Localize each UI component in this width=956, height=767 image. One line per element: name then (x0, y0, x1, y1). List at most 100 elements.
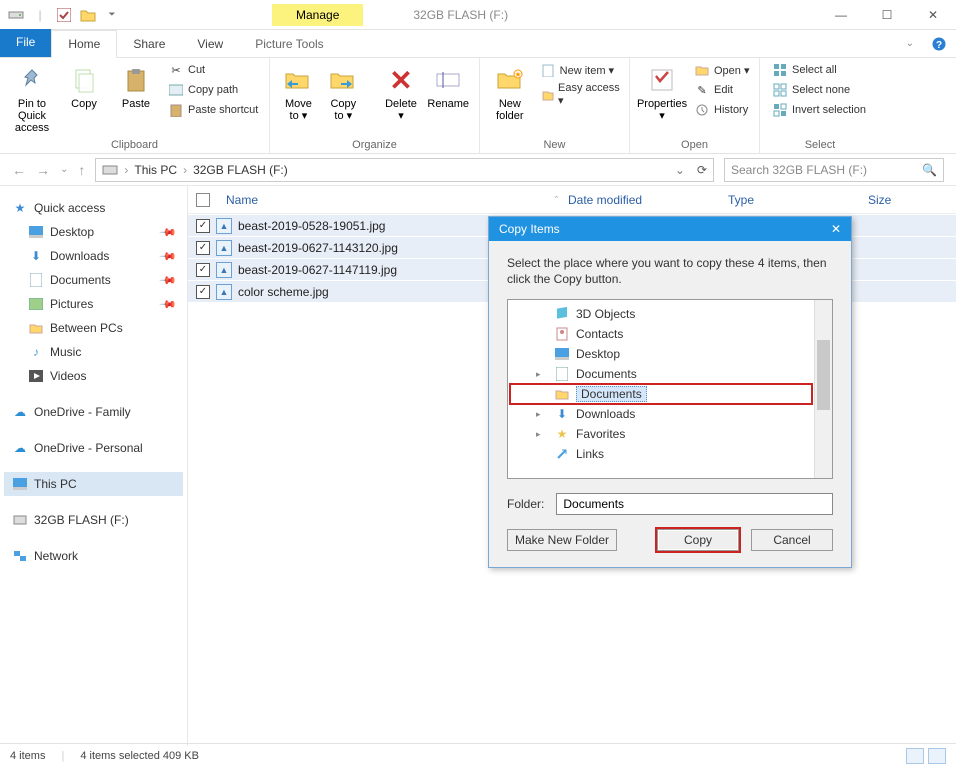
paste-shortcut-button[interactable]: Paste shortcut (168, 102, 258, 118)
sidebar-pictures[interactable]: Pictures📌 (4, 292, 183, 316)
picture-tools-tab[interactable]: Picture Tools (239, 31, 339, 57)
scrollbar-thumb[interactable] (817, 340, 830, 410)
sidebar-this-pc[interactable]: This PC (4, 472, 183, 496)
breadcrumb-this-pc[interactable]: This PC (134, 163, 177, 177)
sidebar-onedrive-personal[interactable]: ☁ OneDrive - Personal (4, 436, 183, 460)
cut-button[interactable]: ✂Cut (168, 62, 258, 78)
paste-button[interactable]: Paste (112, 62, 160, 112)
large-icons-view-button[interactable] (928, 748, 946, 764)
sidebar-videos[interactable]: Videos (4, 364, 183, 388)
forward-button[interactable]: → (36, 162, 50, 178)
tree-contacts[interactable]: Contacts (510, 324, 812, 344)
minimize-button[interactable]: — (818, 0, 864, 30)
tree-3d-objects[interactable]: 3D Objects (510, 304, 812, 324)
expand-icon[interactable]: ▸ (536, 409, 541, 420)
up-button[interactable]: ↑ (78, 162, 85, 178)
tree-documents[interactable]: ▸Documents (510, 364, 812, 384)
tree-scrollbar[interactable] (814, 300, 832, 478)
folder-tree[interactable]: 3D Objects Contacts Desktop ▸Documents D… (507, 299, 833, 479)
copy-path-button[interactable]: Copy path (168, 82, 258, 98)
sidebar-onedrive-family[interactable]: ☁OneDrive - Family (4, 400, 183, 424)
sidebar-desktop[interactable]: Desktop📌 (4, 220, 183, 244)
select-none-button[interactable]: Select none (772, 82, 866, 98)
select-all-label: Select all (792, 64, 837, 76)
sidebar-music[interactable]: ♪Music (4, 340, 183, 364)
search-box[interactable]: Search 32GB FLASH (F:) 🔍 (724, 158, 944, 182)
sidebar-network[interactable]: Network (4, 544, 183, 568)
easy-access-button[interactable]: Easy access ▾ (540, 82, 621, 107)
cancel-button[interactable]: Cancel (751, 529, 833, 551)
sidebar-documents[interactable]: Documents📌 (4, 268, 183, 292)
col-size[interactable]: Size (868, 193, 948, 207)
edit-label: Edit (714, 84, 733, 96)
move-to-button[interactable]: Move to ▾ (278, 62, 319, 124)
expand-icon[interactable]: ▸ (536, 429, 541, 440)
rename-button[interactable]: Rename (425, 62, 471, 112)
sidebar-between-pcs[interactable]: Between PCs (4, 316, 183, 340)
file-tab[interactable]: File (0, 29, 51, 57)
maximize-button[interactable]: ☐ (864, 0, 910, 30)
invert-selection-button[interactable]: Invert selection (772, 102, 866, 118)
dialog-close-button[interactable]: ✕ (831, 222, 841, 236)
tree-favorites[interactable]: ▸★Favorites (510, 424, 812, 444)
videos-icon (28, 368, 44, 384)
details-view-button[interactable] (906, 748, 924, 764)
file-checkbox[interactable]: ✓ (196, 263, 210, 277)
refresh-button[interactable]: ⟳ (697, 163, 707, 177)
make-new-folder-button[interactable]: Make New Folder (507, 529, 617, 551)
view-tab[interactable]: View (181, 31, 239, 57)
file-name: beast-2019-0528-19051.jpg (238, 219, 385, 233)
manage-tab[interactable]: Manage (272, 4, 363, 26)
edit-icon: ✎ (694, 82, 710, 98)
onedrive-icon: ☁ (12, 440, 28, 456)
sidebar-drive[interactable]: 32GB FLASH (F:) (4, 508, 183, 532)
this-pc-icon (12, 476, 28, 492)
history-button[interactable]: History (694, 102, 750, 118)
tree-downloads[interactable]: ▸⬇Downloads (510, 404, 812, 424)
recent-dropdown[interactable]: ⌄ (60, 164, 68, 175)
breadcrumb-drive[interactable]: 32GB FLASH (F:) (193, 163, 288, 177)
expand-icon[interactable]: ▸ (536, 369, 541, 380)
file-checkbox[interactable]: ✓ (196, 219, 210, 233)
new-item-button[interactable]: New item ▾ (540, 62, 621, 78)
folder-icon[interactable] (78, 5, 98, 25)
copy-button[interactable]: Copy (60, 62, 108, 112)
invert-icon (772, 102, 788, 118)
select-all-button[interactable]: Select all (772, 62, 866, 78)
tree-links[interactable]: Links (510, 444, 812, 464)
home-tab[interactable]: Home (51, 30, 117, 58)
sidebar-label: OneDrive - Personal (34, 441, 143, 455)
close-button[interactable]: ✕ (910, 0, 956, 30)
share-tab[interactable]: Share (117, 31, 181, 57)
breadcrumb-dropdown-icon[interactable]: ⌄ (675, 163, 685, 177)
file-checkbox[interactable]: ✓ (196, 285, 210, 299)
open-button[interactable]: Open ▾ (694, 62, 750, 78)
copy-confirm-button[interactable]: Copy (657, 529, 739, 551)
qat-dropdown-icon[interactable]: ⏷ (102, 5, 122, 25)
copy-to-button[interactable]: Copy to ▾ (323, 62, 364, 124)
ribbon-chevron-icon[interactable]: ⌄ (898, 38, 922, 49)
drive-icon (12, 512, 28, 528)
select-all-checkbox[interactable] (196, 193, 210, 207)
col-type[interactable]: Type (728, 193, 858, 207)
back-button[interactable]: ← (12, 162, 26, 178)
tree-desktop[interactable]: Desktop (510, 344, 812, 364)
tree-documents-selected[interactable]: Documents (510, 384, 812, 404)
address-bar[interactable]: › This PC › 32GB FLASH (F:) ⌄ ⟳ (95, 158, 714, 182)
new-folder-button[interactable]: ★ New folder (488, 62, 532, 124)
image-file-icon: ▲ (216, 262, 232, 278)
col-date[interactable]: Date modified (568, 193, 718, 207)
file-checkbox[interactable]: ✓ (196, 241, 210, 255)
folder-input[interactable] (556, 493, 833, 515)
open-group-label: Open (638, 137, 751, 151)
pin-icon: 📌 (159, 223, 178, 242)
sidebar-quick-access[interactable]: ★Quick access (4, 196, 183, 220)
pin-quick-access-button[interactable]: Pin to Quick access (8, 62, 56, 136)
properties-check-icon[interactable] (54, 5, 74, 25)
help-icon[interactable]: ? (922, 37, 956, 51)
edit-button[interactable]: ✎ Edit (694, 82, 750, 98)
properties-button[interactable]: Properties ▾ (638, 62, 686, 124)
delete-button[interactable]: ✕ Delete ▾ (381, 62, 422, 124)
sidebar-downloads[interactable]: ⬇Downloads📌 (4, 244, 183, 268)
new-item-label: New item ▾ (560, 64, 614, 77)
